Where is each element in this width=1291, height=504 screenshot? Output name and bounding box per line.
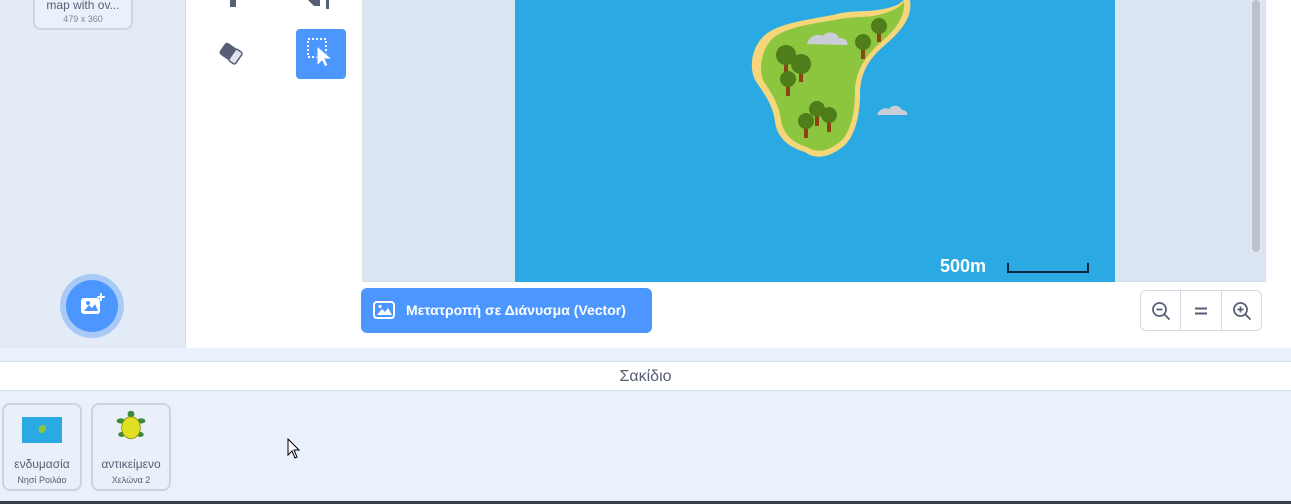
zoom-reset-button[interactable]	[1181, 291, 1222, 330]
zoom-out-button[interactable]	[1141, 291, 1182, 330]
costume-name: map with ov...	[46, 0, 120, 12]
scale-label: 500m	[940, 256, 987, 276]
island-map: 500m	[515, 0, 1115, 282]
add-image-icon	[81, 293, 105, 314]
costume-list: map with ov... 479 x 360	[0, 0, 186, 348]
backpack-item-title: ενδυμασία	[14, 457, 70, 471]
backpack-item[interactable]: ενδυμασία Νησί Ροιλάο	[2, 403, 82, 491]
text-icon	[230, 0, 236, 7]
equals-icon	[1195, 307, 1208, 315]
line-icon	[308, 0, 329, 9]
island-map-art	[751, 0, 911, 157]
scale-bar	[1007, 263, 1089, 273]
text-tool[interactable]	[208, 0, 258, 14]
costume-thumbnail	[22, 417, 62, 443]
turtle-thumbnail	[116, 410, 146, 440]
backpack-header[interactable]: Σακίδιο	[0, 361, 1291, 391]
mouse-cursor-icon	[287, 438, 301, 459]
zoom-in-icon	[1232, 302, 1251, 320]
backpack-title: Σακίδιο	[619, 368, 672, 385]
zoom-controls	[1140, 290, 1262, 331]
backpack-item-title: αντικείμενο	[101, 457, 161, 471]
backpack-item[interactable]: αντικείμενο Χελώνα 2	[91, 403, 171, 491]
eraser-tool[interactable]	[206, 29, 256, 79]
zoom-in-button[interactable]	[1222, 291, 1261, 330]
zoom-out-icon	[1152, 302, 1170, 320]
scrollbar-thumb[interactable]	[1252, 0, 1260, 252]
drawing-canvas[interactable]: 500m	[362, 0, 1266, 282]
backpack-item-subtitle: Χελώνα 2	[111, 475, 151, 485]
backpack-list: ενδυμασία Νησί Ροιλάο αντικείμενο Χελώνα…	[0, 391, 1291, 501]
image-icon	[373, 301, 395, 319]
convert-button-label: Μετατροπή σε Διάνυσμα (Vector)	[406, 302, 626, 318]
vertical-scrollbar[interactable]	[1250, 0, 1262, 252]
select-cursor-icon	[307, 38, 334, 68]
paint-editor: 500m Μετατροπή σε Διάνυσμα (Vector)	[186, 0, 1291, 348]
costume-size: 479 x 360	[63, 14, 103, 24]
costume-tile[interactable]: map with ov... 479 x 360	[33, 0, 133, 30]
convert-to-vector-button[interactable]: Μετατροπή σε Διάνυσμα (Vector)	[361, 288, 652, 333]
line-tool[interactable]	[296, 0, 346, 14]
select-tool[interactable]	[296, 29, 346, 79]
eraser-icon	[219, 42, 243, 65]
backpack-item-subtitle: Νησί Ροιλάο	[17, 475, 67, 485]
choose-costume-button[interactable]	[60, 274, 124, 338]
